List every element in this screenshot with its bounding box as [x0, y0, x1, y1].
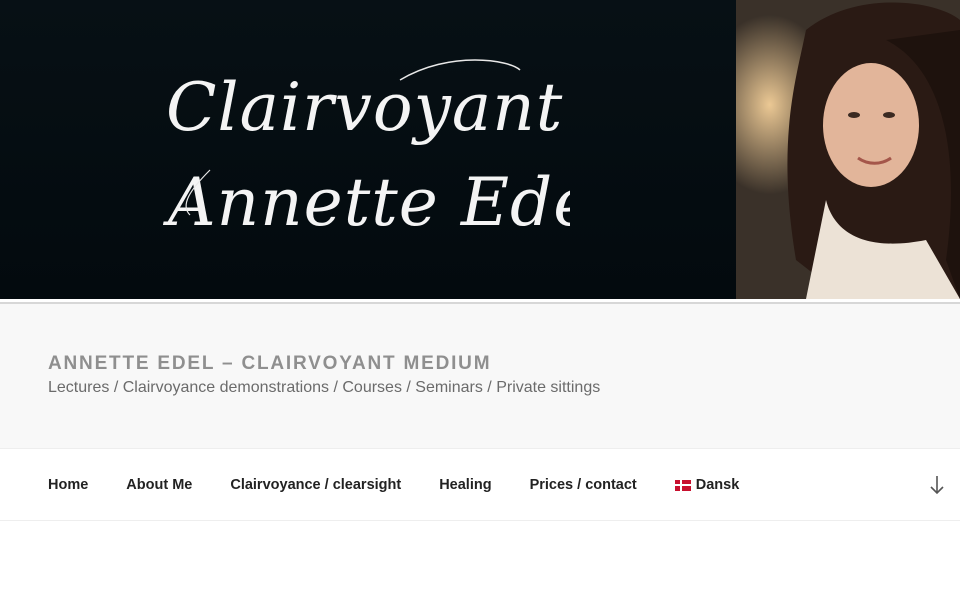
nav-item-healing[interactable]: Healing	[439, 477, 491, 493]
site-title[interactable]: ANNETTE EDEL – CLAIRVOYANT MEDIUM	[48, 353, 491, 375]
arrow-down-icon[interactable]	[926, 473, 948, 497]
nav-item-home[interactable]: Home	[48, 477, 88, 493]
nav-menu: Home About Me Clairvoyance / clearsight …	[48, 449, 777, 521]
nav-item-clairvoyance[interactable]: Clairvoyance / clearsight	[230, 477, 401, 493]
portrait-illustration	[736, 0, 960, 299]
logo-line1: Clairvoyant	[166, 69, 563, 146]
site-description: Lectures / Clairvoyance demonstrations /…	[48, 379, 601, 396]
main-navigation: Home About Me Clairvoyance / clearsight …	[0, 449, 960, 521]
site-branding: ANNETTE EDEL – CLAIRVOYANT MEDIUM Lectur…	[0, 304, 960, 449]
nav-item-about-me[interactable]: About Me	[126, 477, 192, 493]
header-image: Clairvoyant Annette Edel	[0, 0, 960, 299]
nav-item-dansk-label: Dansk	[695, 477, 740, 493]
danish-flag-icon	[674, 479, 691, 491]
logo-line2: Annette Edel	[162, 164, 570, 241]
nav-item-dansk[interactable]: Dansk	[674, 477, 740, 493]
script-logo: Clairvoyant Annette Edel	[162, 59, 570, 241]
portrait-photo	[736, 0, 960, 299]
nav-item-prices-contact[interactable]: Prices / contact	[530, 477, 637, 493]
